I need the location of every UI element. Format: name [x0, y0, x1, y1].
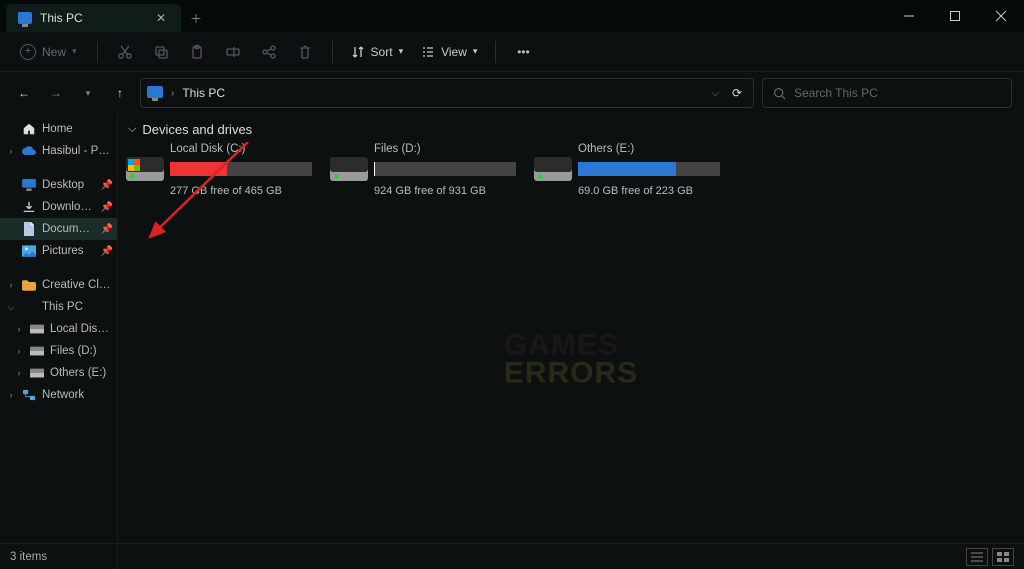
item-count: 3 items	[10, 551, 47, 563]
sidebar-item-downloads[interactable]: Downloads 📌	[0, 196, 117, 218]
drive-icon	[30, 366, 44, 380]
drive-free-text: 69.0 GB free of 223 GB	[578, 185, 720, 197]
toolbar: + New ▾ Sort ▾ View ▾ •••	[0, 32, 1024, 72]
paste-icon[interactable]	[180, 38, 214, 66]
recent-dropdown[interactable]: ▾	[76, 81, 100, 105]
chevron-down-icon: ⌵	[128, 123, 136, 136]
forward-button[interactable]: →	[44, 81, 68, 105]
sidebar-item-drive-e[interactable]: › Others (E:)	[0, 362, 117, 384]
sidebar-item-creative-cloud[interactable]: › Creative Cloud Files	[0, 274, 117, 296]
tab-title: This PC	[40, 11, 145, 25]
drive-label: Local Disk (C:)	[170, 143, 312, 155]
this-pc-icon	[18, 12, 32, 24]
close-window-button[interactable]	[978, 0, 1024, 32]
chevron-down-icon: ▾	[72, 46, 77, 57]
capacity-bar	[578, 162, 720, 176]
plus-icon: +	[20, 44, 36, 60]
this-pc-icon	[22, 300, 36, 314]
cut-icon[interactable]	[108, 38, 142, 66]
documents-icon	[22, 222, 36, 236]
tab-this-pc[interactable]: This PC ✕	[6, 4, 181, 32]
drive-item[interactable]: Others (E:) 69.0 GB free of 223 GB	[534, 143, 720, 197]
search-placeholder: Search This PC	[794, 86, 878, 100]
chevron-right-icon[interactable]: ›	[6, 390, 16, 400]
pin-icon[interactable]: 📌	[101, 180, 113, 191]
chevron-right-icon: ›	[171, 88, 174, 99]
chevron-right-icon[interactable]: ›	[14, 346, 24, 356]
address-row: ← → ▾ ↑ › This PC ⌵ ⟳ Search This PC	[0, 72, 1024, 114]
drive-free-text: 277 GB free of 465 GB	[170, 185, 312, 197]
share-icon[interactable]	[252, 38, 286, 66]
chevron-down-icon[interactable]: ⌵	[6, 302, 16, 313]
home-icon	[22, 122, 36, 136]
desktop-icon	[22, 178, 36, 192]
sidebar-item-home[interactable]: Home	[0, 118, 117, 140]
folder-icon	[22, 278, 36, 292]
capacity-bar	[170, 162, 312, 176]
sort-button[interactable]: Sort ▾	[343, 41, 412, 63]
chevron-down-icon[interactable]: ⌵	[711, 88, 719, 99]
search-icon	[773, 87, 786, 100]
search-input[interactable]: Search This PC	[762, 78, 1012, 108]
drive-label: Others (E:)	[578, 143, 720, 155]
sidebar-item-onedrive[interactable]: › Hasibul - Personal	[0, 140, 117, 162]
download-icon	[22, 200, 36, 214]
minimize-button[interactable]	[886, 0, 932, 32]
sidebar-item-pictures[interactable]: Pictures 📌	[0, 240, 117, 262]
pin-icon[interactable]: 📌	[101, 224, 113, 235]
new-button[interactable]: + New ▾	[10, 40, 87, 64]
pin-icon[interactable]: 📌	[101, 246, 113, 257]
sidebar-item-desktop[interactable]: Desktop 📌	[0, 174, 117, 196]
tiles-view-button[interactable]	[992, 548, 1014, 566]
more-icon[interactable]: •••	[506, 38, 540, 66]
sidebar-item-documents[interactable]: Documents 📌	[0, 218, 117, 240]
breadcrumb-location[interactable]: This PC	[182, 86, 225, 100]
pin-icon[interactable]: 📌	[101, 202, 113, 213]
chevron-right-icon[interactable]: ›	[14, 324, 24, 334]
sidebar: Home › Hasibul - Personal Desktop 📌 Down…	[0, 114, 118, 569]
this-pc-icon	[147, 86, 163, 98]
drive-icon	[534, 157, 572, 181]
view-button[interactable]: View ▾	[413, 41, 485, 63]
drive-label: Files (D:)	[374, 143, 516, 155]
drive-icon	[30, 344, 44, 358]
back-button[interactable]: ←	[12, 81, 36, 105]
status-bar: 3 items	[0, 543, 1024, 569]
delete-icon[interactable]	[288, 38, 322, 66]
network-icon	[22, 388, 36, 402]
new-tab-button[interactable]: ＋	[181, 4, 211, 32]
drive-icon	[30, 322, 44, 336]
sort-icon	[351, 45, 365, 59]
sidebar-item-network[interactable]: › Network	[0, 384, 117, 406]
drive-free-text: 924 GB free of 931 GB	[374, 185, 516, 197]
up-button[interactable]: ↑	[108, 81, 132, 105]
view-icon	[421, 45, 435, 59]
address-bar[interactable]: › This PC ⌵ ⟳	[140, 78, 754, 108]
close-tab-icon[interactable]: ✕	[153, 10, 169, 26]
refresh-button[interactable]: ⟳	[727, 81, 747, 105]
sidebar-item-drive-c[interactable]: › Local Disk (C:)	[0, 318, 117, 340]
chevron-right-icon[interactable]: ›	[6, 280, 16, 290]
drive-icon	[330, 157, 368, 181]
chevron-down-icon: ▾	[399, 46, 404, 57]
chevron-right-icon[interactable]: ›	[14, 368, 24, 378]
sidebar-item-drive-d[interactable]: › Files (D:)	[0, 340, 117, 362]
watermark: GAMES ERRORS	[504, 331, 638, 388]
chevron-down-icon: ▾	[473, 46, 478, 57]
rename-icon[interactable]	[216, 38, 250, 66]
drive-icon	[126, 157, 164, 181]
cloud-icon	[22, 144, 36, 158]
details-view-button[interactable]	[966, 548, 988, 566]
pictures-icon	[22, 244, 36, 258]
capacity-bar	[374, 162, 516, 176]
copy-icon[interactable]	[144, 38, 178, 66]
drive-item[interactable]: Files (D:) 924 GB free of 931 GB	[330, 143, 516, 197]
content-pane: ⌵ Devices and drives Local Disk (C:) 277 …	[118, 114, 1024, 569]
drive-item[interactable]: Local Disk (C:) 277 GB free of 465 GB	[126, 143, 312, 197]
sidebar-item-this-pc[interactable]: ⌵ This PC	[0, 296, 117, 318]
maximize-button[interactable]	[932, 0, 978, 32]
group-header[interactable]: ⌵ Devices and drives	[126, 120, 1024, 143]
chevron-right-icon[interactable]: ›	[6, 146, 16, 156]
